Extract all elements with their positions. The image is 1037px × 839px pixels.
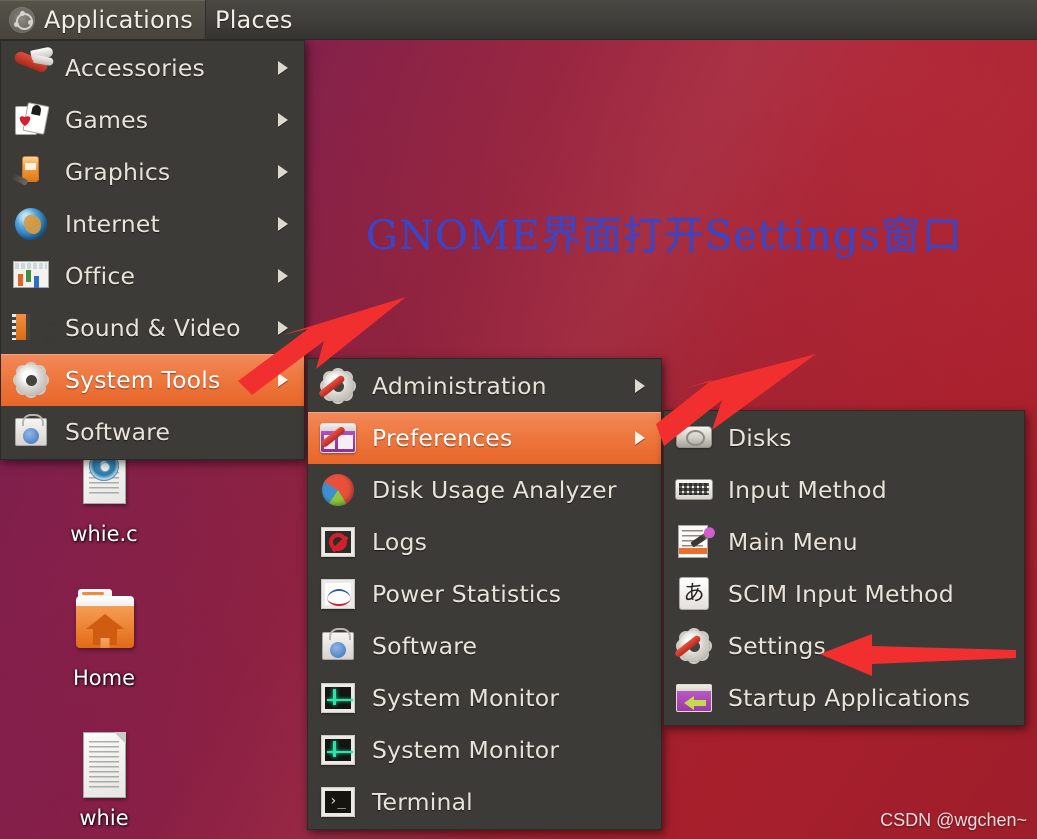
menu-item-graphics[interactable]: Graphics: [1, 146, 304, 198]
menu-item-input-method[interactable]: Input Method: [664, 464, 1024, 516]
watermark-text: CSDN @wgchen~: [880, 810, 1027, 830]
menu-item-label: Software: [65, 418, 171, 446]
menu-item-software[interactable]: Software: [308, 620, 661, 672]
menu-item-label: Disk Usage Analyzer: [372, 476, 617, 504]
menu-item-label: System Monitor: [372, 736, 560, 764]
menu-item-settings[interactable]: Settings: [664, 620, 1024, 672]
playing-cards-icon: [11, 100, 51, 140]
menu-item-main-menu[interactable]: Main Menu: [664, 516, 1024, 568]
system-tools-submenu: Administration Preferences Disk Usage An…: [307, 358, 662, 830]
chevron-right-icon: [278, 321, 288, 335]
menu-item-label: System Tools: [65, 366, 221, 394]
desktop-screen: Applications Places whie.c Home whie GNO…: [0, 0, 1037, 839]
chevron-right-icon: [635, 431, 645, 445]
disks-icon: [674, 418, 714, 458]
terminal-icon: [318, 782, 358, 822]
desktop-icon-label: whie: [79, 806, 129, 830]
desktop-icon-whie[interactable]: whie: [44, 730, 164, 830]
menu-item-label: Startup Applications: [728, 684, 971, 712]
desktop-icon-whie-c[interactable]: whie.c: [44, 446, 164, 546]
chevron-right-icon: [278, 217, 288, 231]
desktop-icon-home[interactable]: Home: [44, 589, 164, 690]
menu-item-preferences[interactable]: Preferences: [308, 412, 661, 464]
preferences-submenu: Disks Input Method Main Menu SCIM Input …: [663, 410, 1025, 726]
scim-hiragana-icon: [674, 574, 714, 614]
menu-item-startup-applications[interactable]: Startup Applications: [664, 672, 1024, 724]
main-menu-edit-icon: [674, 522, 714, 562]
text-document-icon: [72, 730, 136, 802]
menu-item-accessories[interactable]: Accessories: [1, 42, 304, 94]
preferences-window-icon: [318, 418, 358, 458]
menu-item-office[interactable]: Office: [1, 250, 304, 302]
menu-item-label: Preferences: [372, 424, 513, 452]
no-entry-icon: [318, 522, 358, 562]
desktop-icon-label: whie.c: [70, 522, 138, 546]
panel-applications-menu[interactable]: Applications: [0, 0, 207, 39]
panel-places-label: Places: [215, 5, 293, 34]
menu-item-label: Main Menu: [728, 528, 858, 556]
menu-item-disks[interactable]: Disks: [664, 412, 1024, 464]
menu-item-label: Settings: [728, 632, 826, 660]
menu-item-label: Administration: [372, 372, 547, 400]
menu-item-system-tools[interactable]: System Tools: [1, 354, 304, 406]
film-music-icon: [11, 308, 51, 348]
startup-applications-icon: [674, 678, 714, 718]
menu-item-scim-input-method[interactable]: SCIM Input Method: [664, 568, 1024, 620]
menu-item-label: Power Statistics: [372, 580, 562, 608]
monitor-pulse-icon: [318, 678, 358, 718]
menu-item-label: SCIM Input Method: [728, 580, 954, 608]
menu-item-label: Internet: [65, 210, 160, 238]
line-chart-icon: [318, 574, 358, 614]
menu-item-games[interactable]: Games: [1, 94, 304, 146]
chevron-right-icon: [635, 379, 645, 393]
gear-wrench-icon: [673, 626, 714, 666]
menu-item-label: System Monitor: [372, 684, 560, 712]
monitor-pulse-icon: [318, 730, 358, 770]
menu-item-disk-usage-analyzer[interactable]: Disk Usage Analyzer: [308, 464, 661, 516]
paint-can-icon: [9, 152, 51, 192]
menu-item-label: Sound & Video: [65, 314, 241, 342]
menu-item-label: Terminal: [372, 788, 473, 816]
menu-item-label: Logs: [372, 528, 428, 556]
home-folder-icon: [72, 589, 136, 662]
menu-item-label: Office: [65, 262, 136, 290]
chevron-right-icon: [278, 165, 288, 179]
panel-applications-label: Applications: [44, 5, 194, 34]
annotation-title: GNOME界面打开Settings窗口: [366, 213, 963, 259]
gear-wrench-icon: [317, 366, 358, 406]
panel-places-menu[interactable]: Places: [206, 0, 305, 39]
chevron-right-icon: [278, 269, 288, 283]
menu-item-system-monitor[interactable]: System Monitor: [308, 672, 661, 724]
menu-item-system-monitor-2[interactable]: System Monitor: [308, 724, 661, 776]
menu-item-administration[interactable]: Administration: [308, 360, 661, 412]
software-store-icon: [11, 412, 51, 452]
menu-item-label: Software: [372, 632, 478, 660]
menu-item-label: Disks: [728, 424, 792, 452]
chevron-right-icon: [278, 373, 288, 387]
chevron-right-icon: [278, 113, 288, 127]
software-store-icon: [318, 626, 358, 666]
menu-item-logs[interactable]: Logs: [308, 516, 661, 568]
swiss-knife-icon: [11, 48, 51, 88]
ubuntu-logo-icon: [9, 6, 35, 33]
menu-item-sound-and-video[interactable]: Sound & Video: [1, 302, 304, 354]
pie-chart-icon: [318, 470, 358, 510]
globe-icon: [11, 204, 51, 244]
menu-item-internet[interactable]: Internet: [1, 198, 304, 250]
gear-icon: [11, 360, 51, 400]
menu-item-label: Games: [65, 106, 149, 134]
keyboard-icon: [674, 470, 714, 510]
menu-item-label: Accessories: [65, 54, 205, 82]
menu-item-software[interactable]: Software: [1, 406, 304, 458]
chevron-right-icon: [278, 61, 288, 75]
spreadsheet-icon: [11, 256, 51, 296]
menu-item-power-statistics[interactable]: Power Statistics: [308, 568, 661, 620]
applications-menu: Accessories Games Graphics Internet Offi…: [0, 40, 305, 460]
menu-item-label: Input Method: [728, 476, 887, 504]
desktop-icon-label: Home: [72, 666, 135, 690]
menu-item-label: Graphics: [65, 158, 171, 186]
menu-item-terminal[interactable]: Terminal: [308, 776, 661, 828]
top-panel: Applications Places: [0, 0, 1037, 40]
